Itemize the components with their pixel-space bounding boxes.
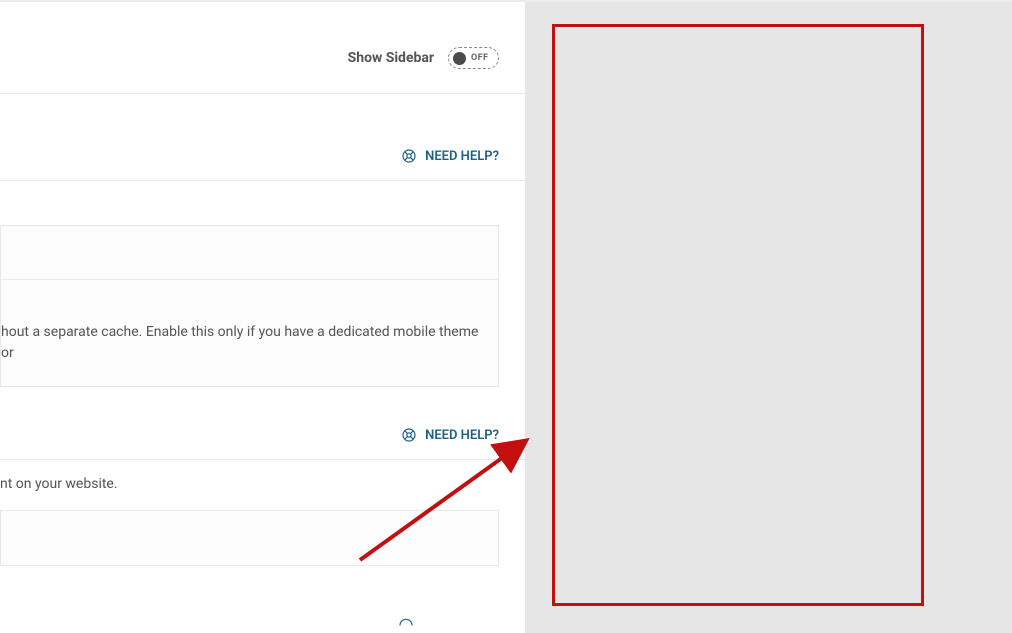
- toggle-knob: [453, 52, 466, 65]
- top-controls-row: Show Sidebar OFF: [0, 2, 525, 93]
- setting-card: hout a separate cache. Enable this only …: [0, 225, 499, 387]
- setting-input-card[interactable]: [0, 510, 499, 566]
- card-header-area: [1, 226, 498, 280]
- card-description: hout a separate cache. Enable this only …: [1, 280, 498, 386]
- section-description: nt on your website.: [0, 460, 525, 510]
- help-icon: [401, 148, 417, 164]
- settings-main-column: Show Sidebar OFF NEED HELP? hout a separ…: [0, 2, 525, 631]
- need-help-label: NEED HELP?: [425, 428, 499, 443]
- need-help-link[interactable]: NEED HELP?: [0, 387, 525, 459]
- show-sidebar-toggle[interactable]: OFF: [448, 47, 499, 69]
- annotation-highlight-rect: [552, 24, 924, 606]
- help-icon: [401, 427, 417, 443]
- divider: [0, 180, 525, 181]
- show-sidebar-label: Show Sidebar: [348, 50, 434, 66]
- need-help-link[interactable]: NEED HELP?: [0, 94, 525, 180]
- need-help-label: NEED HELP?: [425, 149, 499, 164]
- help-icon: [398, 617, 414, 627]
- toggle-state-text: OFF: [471, 53, 488, 63]
